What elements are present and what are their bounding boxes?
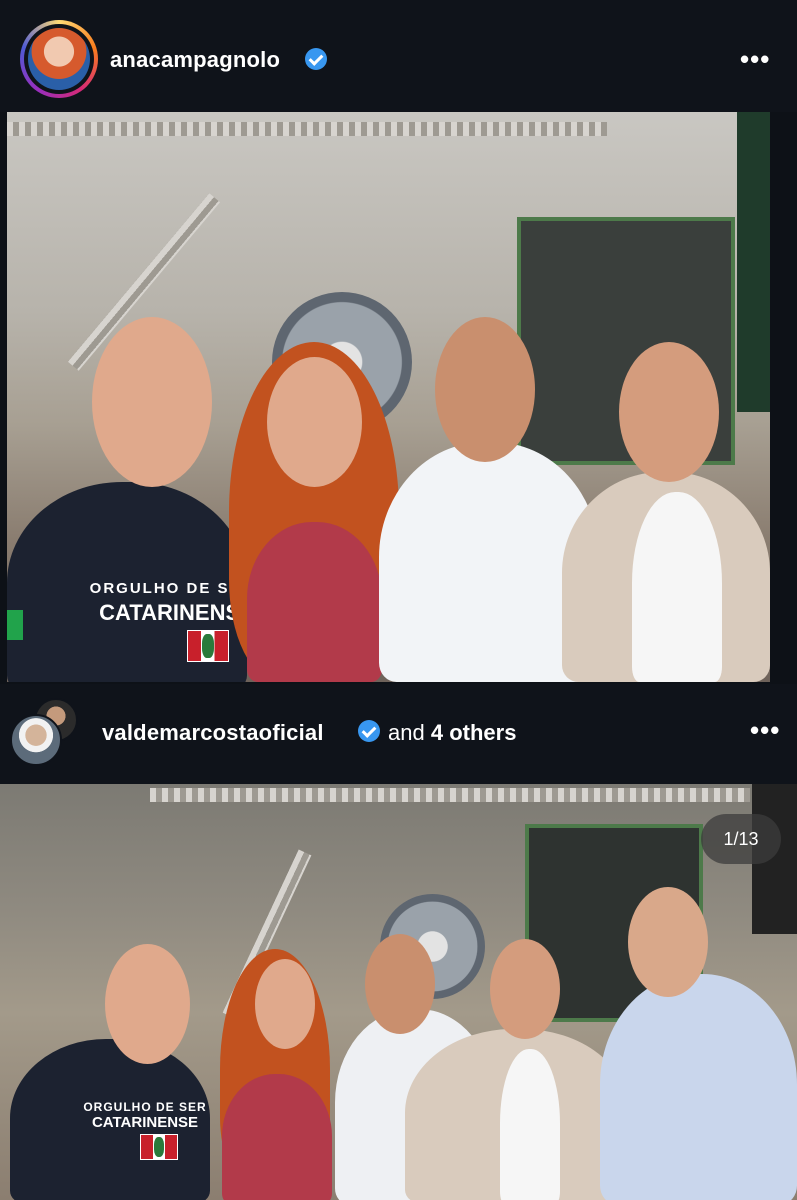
username[interactable]: valdemarcostaoficial [102,720,324,746]
post-photo[interactable]: ORGULHO DE SER CATARINENSE [0,784,797,1200]
more-options-icon[interactable]: ••• [740,46,770,72]
flag-icon [140,1134,178,1160]
post-photo[interactable]: ORGULHO DE SER CATARINENSE [7,112,770,682]
shirt-slogan-bold: CATARINENSE [91,1114,199,1131]
carousel-counter: 1/13 [701,814,781,864]
shirt-slogan: ORGULHO DE SER [83,1100,207,1114]
story-avatar[interactable] [20,20,98,98]
others-count[interactable]: 4 others [431,720,517,745]
username[interactable]: anacampagnolo [110,47,280,73]
flag-icon [187,630,229,662]
collaborators-label[interactable]: and 4 others [388,720,516,746]
verified-badge-icon [305,48,327,70]
flag-icon [7,610,23,640]
verified-badge-icon [358,720,380,742]
and-text: and [388,720,425,745]
more-options-icon[interactable]: ••• [750,717,780,743]
user-avatar[interactable] [10,714,62,766]
